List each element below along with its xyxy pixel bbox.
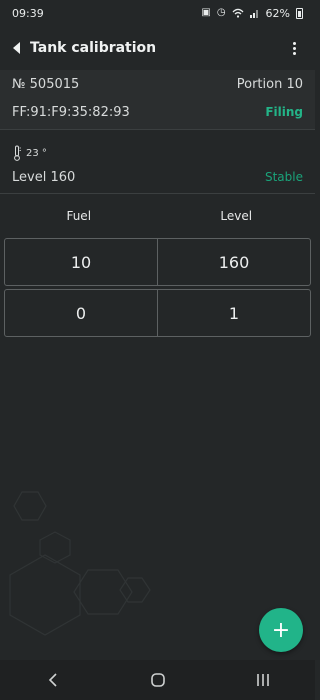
- column-header-fuel: Fuel: [66, 209, 92, 223]
- status-bar: 09:39 ▣ ◷ 62%: [0, 0, 315, 26]
- device-info-row-2: FF:91:F9:35:82:93 Filing: [12, 98, 303, 126]
- fuel-cell: 0: [75, 303, 87, 323]
- hexagon-background-decoration: [9, 491, 151, 636]
- table-row[interactable]: 10 160: [4, 238, 311, 286]
- notification-icon: ▣: [201, 7, 211, 18]
- plus-icon: +: [271, 617, 291, 643]
- fuel-cell: 10: [70, 252, 92, 272]
- back-arrow-icon: [13, 42, 20, 54]
- more-vert-icon: [292, 41, 296, 45]
- status-time: 09:39: [12, 6, 44, 20]
- level-row: Level 160 Stable: [12, 166, 303, 188]
- battery-percent: 62%: [265, 6, 290, 20]
- level-value: Level 160: [12, 169, 76, 185]
- column-header-level: Level: [220, 209, 253, 223]
- system-navigation-bar: [0, 660, 315, 700]
- app-bar: Tank calibration: [0, 28, 315, 68]
- thermometer-icon: [14, 145, 21, 161]
- nav-back-button[interactable]: [33, 660, 73, 700]
- status-icons: ▣ ◷ 62%: [201, 7, 303, 20]
- page-title: Tank calibration: [30, 40, 157, 56]
- battery-icon: [296, 7, 303, 19]
- table-row[interactable]: 0 1: [4, 289, 311, 337]
- level-cell: 160: [157, 239, 310, 285]
- calibration-table-header: Fuel Level: [0, 202, 315, 230]
- stability-status: Stable: [264, 170, 303, 184]
- mac-address: FF:91:F9:35:82:93: [12, 104, 130, 120]
- add-row-button[interactable]: +: [259, 608, 303, 652]
- nav-recents-icon: [256, 674, 269, 686]
- more-menu-button[interactable]: [287, 38, 301, 58]
- device-info: № 505015 Portion 10 FF:91:F9:35:82:93 Fi…: [0, 70, 315, 130]
- nav-back-icon: [48, 673, 57, 687]
- nav-home-icon: [150, 673, 165, 687]
- temperature-value: 23 °: [26, 147, 47, 159]
- signal-icon: [249, 10, 258, 18]
- level-cell: 1: [157, 290, 310, 336]
- back-button[interactable]: [10, 38, 24, 58]
- portion-value: Portion 10: [236, 76, 303, 92]
- device-info-row-1: № 505015 Portion 10: [12, 70, 303, 98]
- temperature-row: 23 °: [12, 140, 303, 166]
- wifi-icon: [232, 8, 244, 18]
- sensor-readout: 23 ° Level 160 Stable: [0, 140, 315, 194]
- calibration-table: 10 160 0 1: [4, 238, 311, 340]
- device-number: № 505015: [12, 76, 80, 92]
- nav-home-button[interactable]: [138, 660, 178, 700]
- nav-recents-button[interactable]: [243, 660, 283, 700]
- alarm-icon: ◷: [216, 7, 226, 18]
- mode-label: Filing: [265, 105, 303, 119]
